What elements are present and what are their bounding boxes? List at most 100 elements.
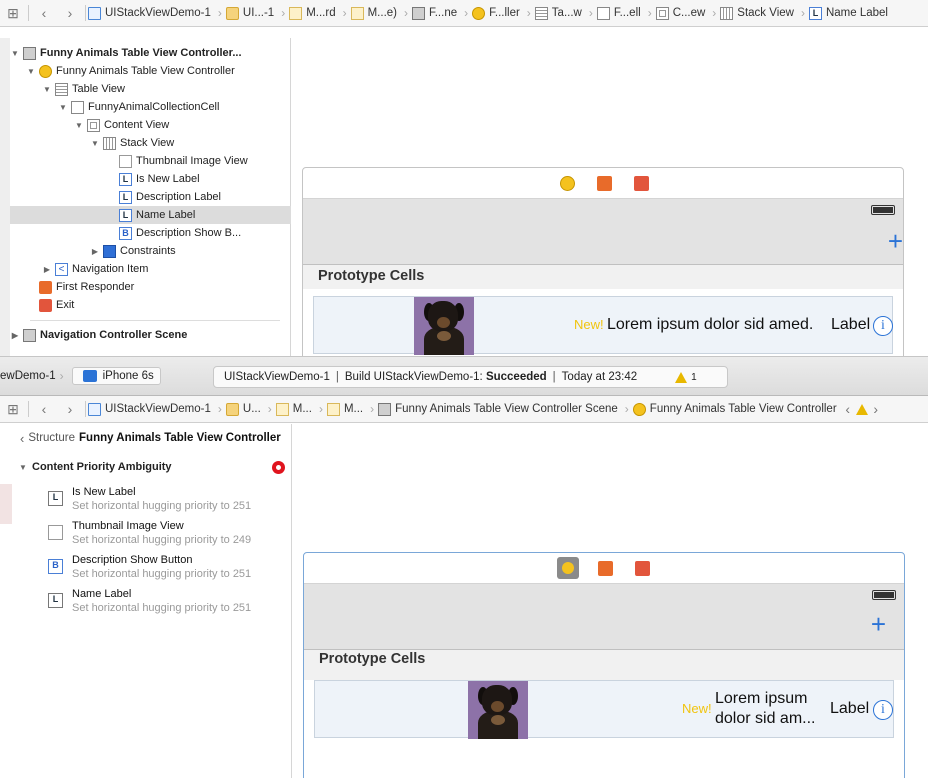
outline-row-name-label[interactable]: L Name Label (10, 206, 291, 224)
image-view-icon (119, 154, 132, 168)
disclosure-down-icon[interactable]: ▼ (42, 85, 52, 94)
crumb-name-label[interactable]: L Name Label (808, 6, 888, 20)
outline-row-constraints[interactable]: ▶ Constraints (10, 242, 291, 260)
issue-row[interactable]: L Is New Label Set horizontal hugging pr… (0, 486, 292, 520)
outline-row-description-show-button[interactable]: B Description Show B... (10, 224, 291, 242)
chevron-right-icon: › (281, 6, 286, 20)
outline-row-cell[interactable]: ▼ FunnyAnimalCollectionCell (10, 98, 291, 116)
chevron-right-icon: › (318, 402, 323, 416)
back-chevron-icon[interactable]: ‹ (31, 2, 57, 24)
scheme-name[interactable]: ewDemo-1 (0, 370, 56, 382)
bottom-jump-bar: ⊞ ‹ › UIStackViewDemo-1 › U... › M... › M..… (0, 396, 928, 423)
crumb-project[interactable]: UIStackViewDemo-1 (88, 6, 211, 20)
crumb-scene[interactable]: F...ne (411, 6, 457, 20)
info-button[interactable]: i (873, 316, 893, 336)
thumbnail-image[interactable] (414, 297, 474, 355)
crumb-scene[interactable]: Funny Animals Table View Controller Scen… (378, 402, 618, 416)
issue-row[interactable]: L Name Label Set horizontal hugging prio… (0, 588, 292, 622)
outline-scene-row[interactable]: ▼ Funny Animals Table View Controller... (10, 44, 291, 62)
table-view-controller-scene[interactable]: + Prototype Cells New! Lorem ipsum dolor… (302, 167, 904, 356)
back-chevron-icon[interactable]: ‹ (31, 398, 57, 420)
forward-chevron-icon[interactable]: › (57, 2, 83, 24)
issue-forward-chevron-icon[interactable]: › (868, 398, 884, 420)
device-selector[interactable]: iPhone 6s (71, 367, 161, 385)
prototype-cell[interactable]: New! Lorem ipsum dolor sid am... Label i (314, 680, 894, 739)
forward-chevron-icon[interactable]: › (57, 398, 83, 420)
disclosure-right-icon[interactable]: ▶ (10, 331, 20, 340)
outline-row-table-view[interactable]: ▼ Table View (10, 80, 291, 98)
crumb-controller[interactable]: Funny Animals Table View Controller (632, 402, 837, 416)
crumb-cell[interactable]: F...ell (596, 6, 641, 20)
disclosure-down-icon[interactable]: ▼ (90, 139, 100, 148)
top-storyboard-canvas[interactable]: + Prototype Cells New! Lorem ipsum dolor… (292, 28, 928, 356)
outline-row-first-responder[interactable]: First Responder (10, 278, 291, 296)
crumb-storyboard-base[interactable]: M... (326, 402, 363, 416)
disclosure-down-icon[interactable]: ▼ (10, 49, 20, 58)
outline-row-exit[interactable]: Exit (10, 296, 291, 314)
crumb-label: F...ell (613, 7, 641, 19)
battery-icon (871, 205, 895, 215)
warning-indicator[interactable]: 1 (675, 371, 697, 383)
prototype-cell[interactable]: New! Lorem ipsum dolor sid amed. Label i (313, 296, 893, 355)
battery-icon (872, 590, 896, 600)
crumb-folder[interactable]: U... (225, 402, 261, 416)
issue-row[interactable]: Thumbnail Image View Set horizontal hugg… (0, 520, 292, 554)
name-label[interactable]: Label (830, 700, 869, 718)
error-badge-icon[interactable] (272, 461, 285, 474)
scheme-selector[interactable]: ewDemo-1 › iPhone 6s (0, 367, 161, 385)
description-label[interactable]: Lorem ipsum dolor sid amed. (607, 316, 813, 334)
issue-row[interactable]: B Description Show Button Set horizontal… (0, 554, 292, 588)
outline-row-content-view[interactable]: ▼ Content View (10, 116, 291, 134)
thumbnail-image[interactable] (468, 681, 528, 739)
is-new-label[interactable]: New! (574, 317, 604, 332)
disclosure-down-icon[interactable]: ▼ (74, 121, 84, 130)
first-responder-cube-icon[interactable] (597, 176, 612, 191)
structure-header[interactable]: ‹ Structure Funny Animals Table View Con… (0, 424, 292, 452)
outline-row-controller[interactable]: ▼ Funny Animals Table View Controller (10, 62, 291, 80)
related-items-grid-icon[interactable]: ⊞ (0, 2, 26, 24)
description-label-line1[interactable]: Lorem ipsum (715, 690, 807, 708)
crumb-storyboard[interactable]: M... (275, 402, 312, 416)
chevron-left-icon[interactable]: ‹ (20, 431, 24, 446)
exit-icon[interactable] (634, 176, 649, 191)
project-file-icon (88, 402, 101, 416)
crumb-label: UIStackViewDemo-1 (105, 7, 211, 19)
outline-row-is-new-label[interactable]: L Is New Label (10, 170, 291, 188)
outline-nav-scene-row[interactable]: ▶ Navigation Controller Scene (10, 326, 291, 344)
crumb-storyboard-base[interactable]: M...e) (350, 6, 397, 20)
outline-row-navigation-item[interactable]: ▶ < Navigation Item (10, 260, 291, 278)
status-time: Today at 23:42 (561, 371, 638, 383)
exit-icon[interactable] (635, 561, 650, 576)
ambiguity-group-header[interactable]: ▼ Content Priority Ambiguity (0, 457, 292, 477)
outline-row-thumbnail[interactable]: Thumbnail Image View (10, 152, 291, 170)
first-responder-cube-icon[interactable] (598, 561, 613, 576)
bottom-storyboard-canvas[interactable]: + Prototype Cells New! Lorem ipsum dolor… (292, 424, 928, 778)
outline-row-stack-view[interactable]: ▼ Stack View (10, 134, 291, 152)
crumb-project[interactable]: UIStackViewDemo-1 (88, 402, 211, 416)
view-controller-icon[interactable] (560, 176, 575, 191)
outline-row-label: Name Label (136, 209, 196, 221)
related-items-grid-icon[interactable]: ⊞ (0, 398, 26, 420)
crumb-storyboard[interactable]: M...rd (289, 6, 336, 20)
info-button[interactable]: i (873, 700, 893, 720)
view-controller-selected-icon[interactable] (557, 557, 579, 579)
crumb-table-view[interactable]: Ta...w (534, 6, 582, 20)
disclosure-down-icon[interactable]: ▼ (18, 463, 28, 472)
crumb-controller[interactable]: F...ller (472, 6, 520, 20)
outline-row-description-label[interactable]: L Description Label (10, 188, 291, 206)
crumb-folder[interactable]: UI...-1 (225, 6, 274, 20)
crumb-stack-view[interactable]: Stack View (720, 6, 794, 20)
crumb-content-view[interactable]: C...ew (655, 6, 705, 20)
disclosure-down-icon[interactable]: ▼ (26, 67, 36, 76)
add-plus-icon[interactable]: + (871, 611, 886, 637)
warning-icon[interactable] (855, 403, 868, 415)
disclosure-down-icon[interactable]: ▼ (58, 103, 68, 112)
issue-back-chevron-icon[interactable]: ‹ (840, 398, 856, 420)
disclosure-right-icon[interactable]: ▶ (42, 265, 52, 274)
name-label[interactable]: Label (831, 316, 870, 334)
table-view-controller-scene[interactable]: + Prototype Cells New! Lorem ipsum dolor… (303, 552, 905, 778)
disclosure-right-icon[interactable]: ▶ (90, 247, 100, 256)
is-new-label[interactable]: New! (682, 701, 712, 716)
add-plus-icon[interactable]: + (888, 228, 903, 254)
description-label-line2[interactable]: dolor sid am... (715, 710, 815, 728)
